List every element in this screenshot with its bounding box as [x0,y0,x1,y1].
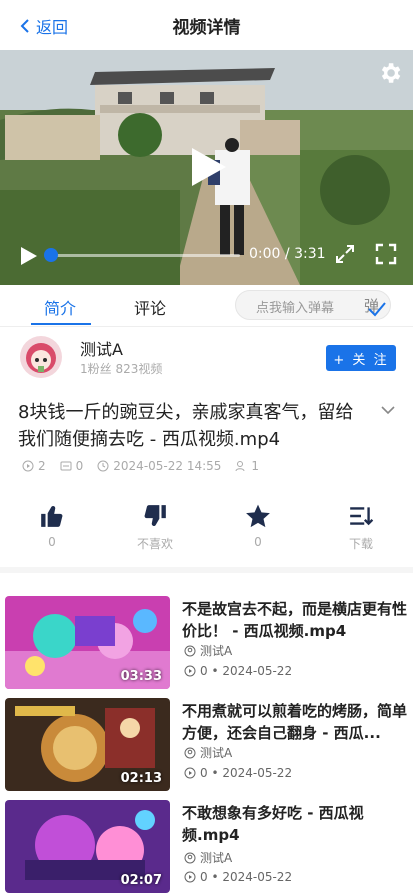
download-button[interactable]: 下载 [331,503,391,552]
publish-date: 2024-05-22 14:55 [113,459,222,473]
dislike-label: 不喜欢 [136,537,173,551]
page-title: 视频详情 [172,18,241,38]
author-label: 测试A [200,746,233,760]
play-count-icon [184,665,196,677]
download-label: 下载 [348,537,373,551]
settings-gear-icon[interactable] [377,60,403,86]
action-bar: 0 不喜欢 0 下载 [0,495,413,573]
expand-icon[interactable] [334,243,356,265]
dislike-button[interactable]: 不喜欢 [125,503,185,552]
user-icon [184,852,196,863]
meta-label: 0 • 2024-05-22 [200,766,293,780]
user-icon [184,747,196,758]
author-label: 测试A [200,644,233,658]
favorite-count: 0 [254,535,262,549]
progress-bar[interactable] [45,254,240,257]
danmaku-icon [60,461,72,471]
meta-label: 0 • 2024-05-22 [200,664,293,678]
thumb-up-icon [41,506,63,527]
play-overlay-icon[interactable] [190,146,228,188]
viewers-icon [235,461,245,472]
related-video-item[interactable]: 02:13 不用煮就可以煎着吃的烤肠，简单方便，还会自己翻身 - 西瓜... 测… [0,698,413,798]
video-duration: 02:07 [120,873,162,888]
video-thumbnail[interactable]: 02:13 [5,698,170,791]
current-time: 0:00 [249,246,281,262]
total-time: 3:31 [294,246,326,262]
play-count: 2 [38,459,46,473]
author-label: 测试A [200,851,233,865]
top-bar: 返回 视频详情 [0,0,413,50]
video-duration: 02:13 [120,771,162,786]
chevron-down-icon[interactable] [381,405,395,415]
active-tab-indicator [31,323,91,325]
video-player[interactable]: 0:00 / 3:31 [0,50,413,285]
like-count: 0 [48,535,56,549]
progress-handle[interactable] [44,248,58,262]
video-thumbnail[interactable]: 02:07 [5,800,170,893]
video-thumbnail[interactable]: 03:33 [5,596,170,689]
related-video-title[interactable]: 不用煮就可以煎着吃的烤肠，简单方便，还会自己翻身 - 西瓜... [182,700,407,744]
related-video-meta: 0 • 2024-05-22 [184,870,292,884]
related-video-item[interactable]: 03:33 不是故宫去不起，而是横店更有性价比！ - 西瓜视频.mp4 测试A … [0,596,413,696]
meta-label: 0 • 2024-05-22 [200,870,293,884]
tab-intro[interactable]: 简介 [44,295,76,319]
play-count-icon [22,460,34,472]
thumb-down-icon [144,505,166,526]
danmu-input[interactable]: 点我输入弹幕 [256,297,334,316]
author-stats: 1粉丝 823视频 [80,362,163,376]
play-count-icon [184,767,196,779]
related-video-title[interactable]: 不是故宫去不起，而是横店更有性价比！ - 西瓜视频.mp4 [182,598,407,642]
video-duration: 03:33 [120,669,162,684]
play-count-icon [184,871,196,883]
related-video-author: 测试A [184,642,232,659]
related-video-item[interactable]: 02:07 不敢想象有多好吃 - 西瓜视频.mp4 测试A 0 • 2024-0… [0,800,413,894]
related-video-author: 测试A [184,744,232,761]
play-icon[interactable] [20,246,38,266]
detail-tabs: 简介 评论 点我输入弹幕 弹 [0,285,413,327]
fullscreen-icon[interactable] [375,243,397,265]
video-title: 8块钱一斤的豌豆尖，亲戚家真客气，留给我们随便摘去吃 - 西瓜视频.mp4 [18,402,354,450]
tab-comments[interactable]: 评论 [134,295,166,319]
time-display: 0:00 / 3:31 [249,246,326,262]
related-video-author: 测试A [184,849,232,866]
viewer-count: 1 [251,459,260,473]
video-meta: 2 0 2024-05-22 14:55 1 [22,459,259,473]
clock-icon [97,460,109,472]
favorite-button[interactable]: 0 [228,503,288,549]
check-icon[interactable] [367,301,387,317]
star-icon [246,504,270,528]
follow-button[interactable]: + 关 注 [326,345,396,371]
avatar[interactable] [20,336,62,378]
like-button[interactable]: 0 [22,503,82,549]
download-icon [350,507,374,526]
related-video-meta: 0 • 2024-05-22 [184,664,292,678]
related-video-meta: 0 • 2024-05-22 [184,766,292,780]
user-icon [184,645,196,656]
danmaku-count: 0 [75,459,84,473]
related-video-title[interactable]: 不敢想象有多好吃 - 西瓜视频.mp4 [182,802,407,846]
author-name[interactable]: 测试A [80,336,123,360]
